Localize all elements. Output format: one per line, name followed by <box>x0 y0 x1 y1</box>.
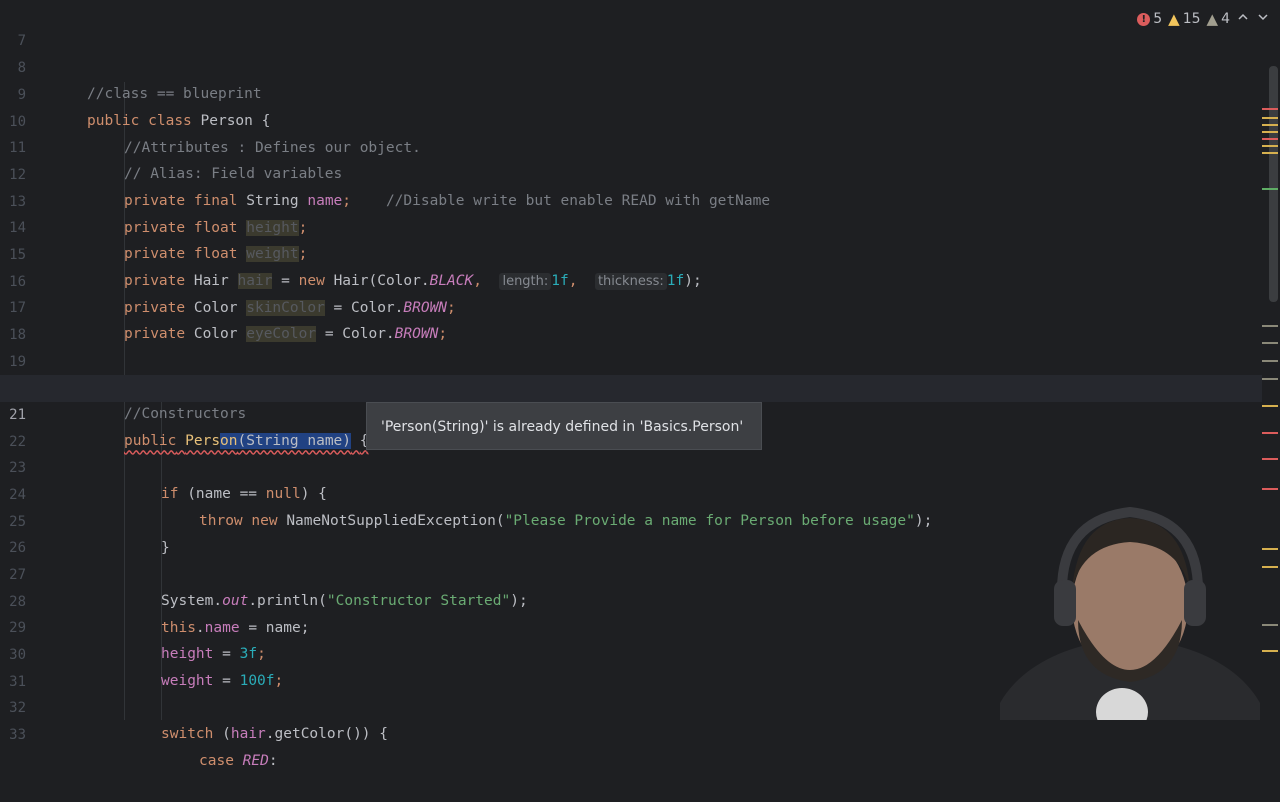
warning-marker <box>1262 124 1278 126</box>
error-marker <box>1262 108 1278 110</box>
error-count-value: 5 <box>1153 11 1163 27</box>
line-number: 33 <box>9 726 26 743</box>
warning-marker <box>1262 152 1278 154</box>
code-line[interactable]: 10 //Attributes : Defines our object. <box>0 82 1262 157</box>
warning-icon: ▲ <box>1168 10 1180 28</box>
code-line[interactable]: 14 private float weight; <box>0 188 1262 263</box>
warning-marker <box>1262 131 1278 133</box>
keyword: switch <box>161 726 214 743</box>
code-line[interactable]: 16 private Color skinColor = Color.BROWN… <box>0 242 1262 317</box>
error-marker <box>1262 138 1278 140</box>
weak-warning-count-value: 4 <box>1221 11 1230 27</box>
warning-marker <box>1262 548 1278 550</box>
warning-marker <box>1262 650 1278 652</box>
presenter-webcam-icon <box>1000 506 1260 720</box>
code-line[interactable]: 9 public class Person { <box>0 55 1262 130</box>
code-line[interactable]: 11 // Alias: Field variables <box>0 108 1262 183</box>
weak-marker <box>1262 342 1278 344</box>
field-name: hair <box>230 726 266 743</box>
warning-marker <box>1262 145 1278 147</box>
weak-marker <box>1262 624 1278 626</box>
error-icon: ! <box>1137 12 1151 26</box>
weak-marker <box>1262 325 1278 327</box>
weak-marker <box>1262 360 1278 362</box>
change-marker <box>1262 188 1278 190</box>
code-line[interactable]: 8 //class == blueprint <box>0 28 1262 103</box>
chevron-up-icon[interactable] <box>1236 10 1250 28</box>
constant: RED <box>242 753 269 770</box>
weak-marker <box>1262 378 1278 380</box>
paren: ( <box>222 726 231 743</box>
warning-count-value: 15 <box>1182 11 1201 27</box>
method-call: .getColor()) { <box>265 726 388 743</box>
error-stripe[interactable] <box>1260 0 1280 720</box>
code-line[interactable]: 20 //Constructors <box>0 348 1262 423</box>
code-line[interactable]: 7 <box>0 1 1262 49</box>
tooltip-text: 'Person(String)' is already defined in '… <box>381 419 744 435</box>
code-line[interactable]: 13 private float height; <box>0 162 1262 237</box>
code-line-current[interactable]: 21 public Person(String name) { <box>0 375 1262 450</box>
error-count[interactable]: ! 5 <box>1137 11 1162 27</box>
code-line[interactable]: 15 private Hair hair = new Hair(Color.BL… <box>0 215 1262 291</box>
error-tooltip: 'Person(String)' is already defined in '… <box>366 402 763 450</box>
warning-marker <box>1262 405 1278 407</box>
inspection-widget[interactable]: ! 5 ▲ 15 ▲ 4 <box>1137 8 1270 30</box>
code-line[interactable]: 17 private Color eyeColor = Color.BROWN; <box>0 268 1262 343</box>
warning-marker <box>1262 566 1278 568</box>
weak-warning-icon: ▲ <box>1206 10 1219 28</box>
code-editor[interactable]: 7 8 //class == blueprint 9 public class … <box>0 0 1280 769</box>
warning-count[interactable]: ▲ 15 <box>1168 10 1200 28</box>
code-line[interactable]: 18 <box>0 295 1262 343</box>
error-marker <box>1262 458 1278 460</box>
colon: : <box>268 753 278 770</box>
code-line[interactable]: 24 throw new NameNotSuppliedException("P… <box>0 455 1262 530</box>
error-marker <box>1262 488 1278 490</box>
code-line[interactable]: 19 <box>0 322 1262 370</box>
warning-marker <box>1262 117 1278 119</box>
error-marker <box>1262 432 1278 434</box>
code-line[interactable]: 12 private final String name; //Disable … <box>0 135 1262 210</box>
weak-warning-count[interactable]: ▲ 4 <box>1207 10 1230 28</box>
keyword: case <box>199 753 234 770</box>
